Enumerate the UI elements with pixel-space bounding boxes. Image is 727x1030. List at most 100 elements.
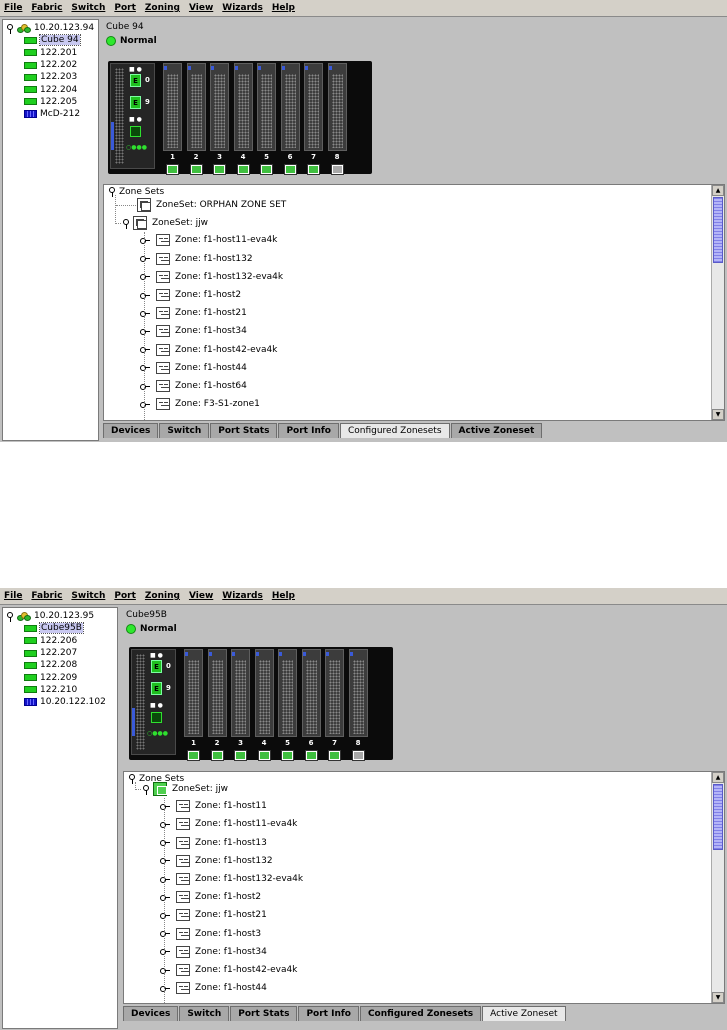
scroll-down-button[interactable]: ▼ [712, 992, 724, 1003]
port-status-icon[interactable] [213, 164, 226, 175]
vertical-scrollbar[interactable]: ▲ ▼ [711, 185, 724, 420]
zone-expand-icon[interactable] [140, 401, 150, 408]
port-blade[interactable] [257, 63, 276, 151]
tree-expand-icon[interactable] [122, 218, 131, 229]
sfp-port-0[interactable]: E [151, 660, 162, 673]
tab-port-info[interactable]: Port Info [298, 1006, 359, 1021]
zone-expand-icon[interactable] [140, 292, 150, 299]
tab-configured-zonesets[interactable]: Configured Zonesets [359, 1006, 482, 1021]
zoneset-node[interactable]: ZoneSet: ORPHAN ZONE SET [137, 198, 286, 212]
menu-fabric[interactable]: Fabric [31, 591, 62, 601]
port-blade[interactable] [278, 649, 297, 737]
zone-expand-icon[interactable] [160, 948, 170, 956]
vertical-scrollbar[interactable]: ▲ ▼ [711, 772, 724, 1003]
scroll-up-button[interactable]: ▲ [712, 772, 724, 783]
port-status-icon[interactable] [328, 750, 341, 761]
tree-expand-icon[interactable] [142, 784, 151, 795]
port-blade[interactable] [207, 649, 227, 737]
tree-expand-icon[interactable] [6, 23, 15, 34]
port-status-icon[interactable] [236, 164, 250, 175]
port-status-icon[interactable] [281, 750, 294, 761]
tree-switch-item[interactable]: 10.20.122.102 [6, 696, 117, 708]
menu-zoning[interactable]: Zoning [145, 591, 180, 601]
menu-wizards[interactable]: Wizards [222, 591, 263, 601]
scroll-up-button[interactable]: ▲ [712, 185, 724, 196]
port-status-icon[interactable] [330, 164, 344, 175]
port-status-icon[interactable] [260, 164, 273, 175]
zone-node[interactable]: Zone: f1-host42-eva4k [140, 343, 277, 356]
zone-expand-icon[interactable] [160, 876, 170, 883]
zone-node[interactable]: Zone: f1-host11 [160, 800, 267, 813]
port-status-icon[interactable] [166, 164, 179, 175]
port-status-icon[interactable] [234, 750, 247, 761]
tab-devices[interactable]: Devices [103, 423, 159, 438]
zone-expand-icon[interactable] [160, 839, 170, 847]
port-blade[interactable] [163, 63, 182, 151]
zone-node[interactable]: Zone: f1-host21 [160, 909, 267, 922]
zone-node[interactable]: Zone: f1-host44 [160, 982, 267, 995]
menu-help[interactable]: Help [272, 3, 295, 13]
menu-file[interactable]: File [4, 3, 22, 13]
menu-switch[interactable]: Switch [71, 591, 105, 601]
tree-switch-item[interactable]: Cube95B [6, 622, 117, 635]
tree-switch-item[interactable]: Cube 94 [6, 34, 98, 47]
port-status-icon[interactable] [189, 164, 203, 175]
zone-node[interactable]: Zone: f1-host132-eva4k [140, 270, 283, 283]
zone-node[interactable]: Zone: F3-S1-zone1 [140, 398, 260, 411]
port-blade[interactable] [348, 649, 368, 737]
zone-node[interactable]: Zone: f1-host132 [160, 854, 273, 867]
tree-switch-item[interactable]: 122.210 [6, 684, 117, 696]
tree-expand-icon[interactable] [6, 611, 15, 622]
fabric-node[interactable]: 10.20.123.94 [6, 22, 98, 34]
zone-expand-icon[interactable] [160, 803, 170, 810]
port-blade[interactable] [254, 649, 274, 737]
tree-switch-item[interactable]: 122.208 [6, 659, 117, 671]
tab-port-stats[interactable]: Port Stats [210, 423, 278, 438]
port-blade[interactable] [186, 63, 206, 151]
port-blade[interactable] [210, 63, 229, 151]
menu-wizards[interactable]: Wizards [222, 3, 263, 13]
port-status-icon[interactable] [257, 750, 271, 761]
port-blade[interactable] [327, 63, 347, 151]
zone-node[interactable]: Zone: f1-host34 [160, 945, 267, 958]
ethernet-port[interactable] [151, 712, 162, 723]
sfp-port-9[interactable]: E [151, 682, 162, 695]
tree-switch-item[interactable]: 122.202 [6, 59, 98, 71]
scroll-thumb[interactable] [713, 784, 723, 850]
zone-expand-icon[interactable] [160, 894, 170, 901]
zone-node[interactable]: Zone: f1-host21 [140, 307, 247, 320]
scroll-thumb[interactable] [713, 197, 723, 263]
port-status-icon[interactable] [187, 750, 200, 761]
port-blade[interactable] [233, 63, 253, 151]
menu-fabric[interactable]: Fabric [31, 3, 62, 13]
zone-expand-icon[interactable] [160, 930, 170, 938]
zone-expand-icon[interactable] [140, 328, 150, 335]
zone-node[interactable]: Zone: f1-host34 [140, 325, 247, 338]
zoneset-node[interactable]: ZoneSet: jjw [142, 782, 228, 796]
port-blade[interactable] [301, 649, 321, 737]
zone-expand-icon[interactable] [140, 237, 150, 244]
tree-switch-item[interactable]: 122.205 [6, 96, 98, 108]
tab-configured-zonesets[interactable]: Configured Zonesets [339, 423, 450, 438]
menu-zoning[interactable]: Zoning [145, 3, 180, 13]
zone-node[interactable]: Zone: f1-host11-eva4k [160, 818, 297, 831]
zone-expand-icon[interactable] [140, 273, 150, 281]
zone-expand-icon[interactable] [160, 912, 170, 919]
tree-switch-item[interactable]: 122.209 [6, 671, 117, 683]
port-status-icon[interactable] [351, 750, 365, 761]
zone-expand-icon[interactable] [160, 821, 170, 828]
zone-sets-root[interactable]: Zone Sets [108, 186, 164, 197]
tab-devices[interactable]: Devices [123, 1006, 179, 1021]
port-status-icon[interactable] [210, 750, 224, 761]
port-blade[interactable] [184, 649, 203, 737]
tree-switch-item[interactable]: 122.206 [6, 635, 117, 647]
zone-expand-icon[interactable] [140, 364, 150, 372]
zone-node[interactable]: Zone: f1-host11-eva4k [140, 234, 277, 247]
tab-port-stats[interactable]: Port Stats [230, 1006, 298, 1021]
menu-port[interactable]: Port [114, 591, 136, 601]
zone-expand-icon[interactable] [160, 857, 170, 865]
zone-expand-icon[interactable] [140, 255, 150, 263]
zone-node[interactable]: Zone: f1-host2 [160, 891, 261, 904]
port-blade[interactable] [280, 63, 300, 151]
port-blade[interactable] [325, 649, 344, 737]
